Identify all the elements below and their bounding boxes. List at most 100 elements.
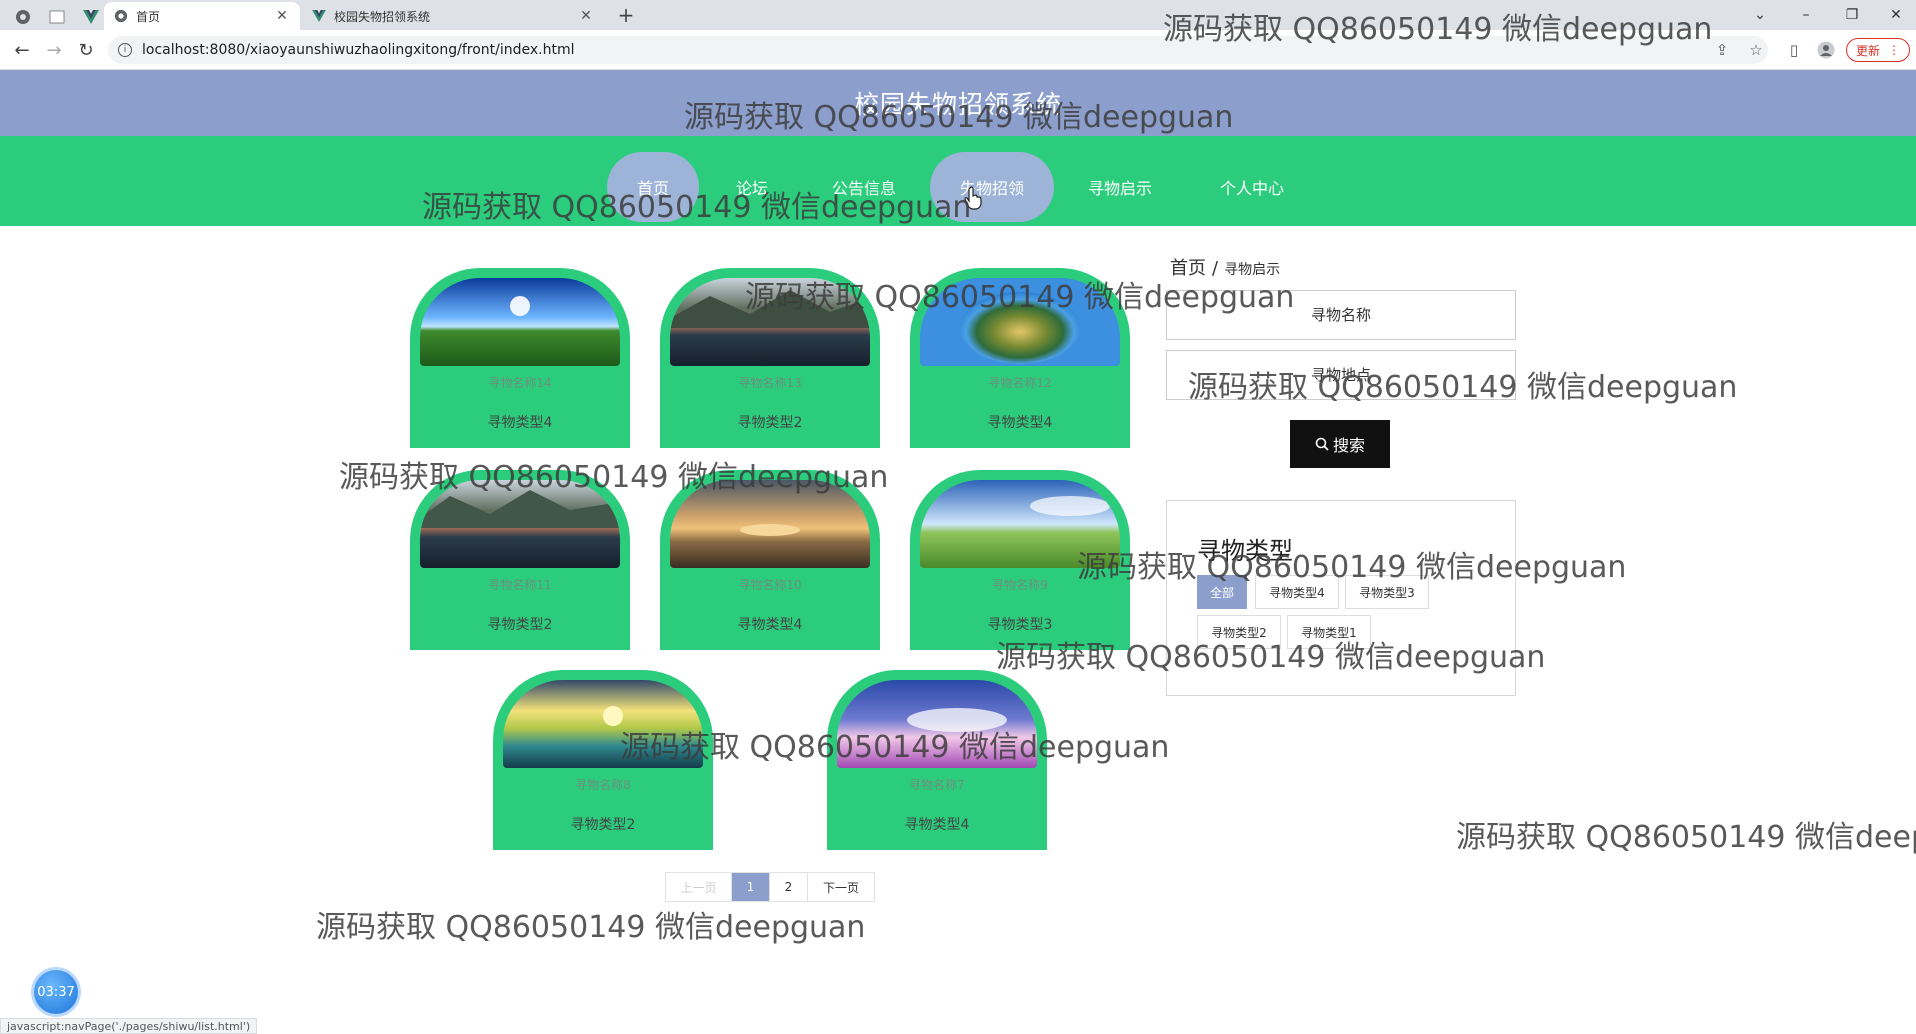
url-text: localhost:8080/xiaoyaunshiwuzhaolingxito… xyxy=(142,42,575,58)
browser-toolbar: ← → ↻ i localhost:8080/xiaoyaunshiwuzhao… xyxy=(0,30,1916,70)
item-card[interactable]: 寻物名称13 寻物类型2 xyxy=(660,268,880,448)
item-image xyxy=(670,278,870,366)
item-card[interactable]: 寻物名称14 寻物类型4 xyxy=(410,268,630,448)
item-place-search-input[interactable] xyxy=(1166,350,1516,400)
item-card[interactable]: 寻物名称10 寻物类型4 xyxy=(660,470,880,650)
site-header: 校园失物招领系统 xyxy=(0,70,1916,136)
new-tab-button[interactable]: + xyxy=(614,4,638,26)
pagination: 上一页 1 2 下一页 xyxy=(665,872,875,902)
item-type: 寻物类型4 xyxy=(737,617,803,633)
type-filter-title: 寻物类型 xyxy=(1197,537,1293,565)
item-image xyxy=(670,480,870,568)
close-tab-icon[interactable]: ✕ xyxy=(274,8,290,24)
forward-arrow-icon[interactable]: → xyxy=(42,38,66,62)
close-window-icon[interactable]: ✕ xyxy=(1876,0,1916,30)
more-menu-icon: ⋮ xyxy=(1888,43,1900,57)
update-label: 更新 xyxy=(1855,43,1880,58)
item-name: 寻物名称11 xyxy=(488,578,552,592)
item-card[interactable]: 寻物名称9 寻物类型3 xyxy=(910,470,1130,650)
item-name: 寻物名称14 xyxy=(488,376,552,390)
item-card[interactable]: 寻物名称12 寻物类型4 xyxy=(910,268,1130,448)
item-image xyxy=(503,680,703,768)
profile-avatar-icon[interactable] xyxy=(1816,40,1836,60)
nav-lost-notice[interactable]: 寻物启示 xyxy=(1080,152,1160,222)
item-type: 寻物类型4 xyxy=(987,415,1053,431)
item-card[interactable]: 寻物名称8 寻物类型2 xyxy=(493,670,713,850)
pinned-tab-blank[interactable] xyxy=(40,4,74,30)
item-type: 寻物类型4 xyxy=(904,817,970,833)
side-panel-icon[interactable]: ▯ xyxy=(1784,40,1804,60)
item-name: 寻物名称10 xyxy=(738,578,802,592)
page-icon xyxy=(49,10,65,24)
bookmark-star-icon[interactable]: ☆ xyxy=(1746,40,1766,60)
back-arrow-icon[interactable]: ← xyxy=(10,38,34,62)
item-card[interactable]: 寻物名称7 寻物类型4 xyxy=(827,670,1047,850)
hand-cursor-icon xyxy=(964,186,982,210)
item-type: 寻物类型4 xyxy=(487,415,553,431)
page-2-button[interactable]: 2 xyxy=(770,873,808,901)
recording-timer-badge[interactable]: 03:37 xyxy=(34,970,78,1014)
address-bar[interactable]: i localhost:8080/xiaoyaunshiwuzhaolingxi… xyxy=(108,36,1768,64)
item-type: 寻物类型2 xyxy=(487,617,553,633)
item-type: 寻物类型2 xyxy=(570,817,636,833)
breadcrumb: 首页 / 寻物启示 xyxy=(1170,254,1280,280)
page-1-button[interactable]: 1 xyxy=(732,873,770,901)
type-chip-1[interactable]: 寻物类型1 xyxy=(1287,615,1371,649)
tab-title: 校园失物招领系统 xyxy=(334,9,431,24)
globe-icon xyxy=(114,9,128,23)
type-chip-all[interactable]: 全部 xyxy=(1197,575,1247,609)
type-chip-3[interactable]: 寻物类型3 xyxy=(1345,575,1429,609)
vue-logo-icon xyxy=(83,10,99,24)
tab-title: 首页 xyxy=(136,9,161,24)
search-button[interactable]: 搜索 xyxy=(1290,420,1390,468)
next-page-button[interactable]: 下一页 xyxy=(808,873,874,901)
watermark: 源码获取 QQ86050149 微信deepguan xyxy=(1456,820,1916,855)
restore-icon[interactable]: ❐ xyxy=(1832,0,1872,30)
nav-notice[interactable]: 公告信息 xyxy=(818,152,910,222)
tab-search-icon[interactable]: ⌄ xyxy=(1740,0,1780,30)
minimize-icon[interactable]: – xyxy=(1786,0,1826,30)
vue-logo-icon xyxy=(312,10,326,22)
item-name: 寻物名称13 xyxy=(738,376,802,390)
search-icon xyxy=(1315,437,1329,451)
pinned-tab-chrome[interactable] xyxy=(6,4,40,30)
share-icon[interactable]: ⇪ xyxy=(1712,40,1732,60)
update-button[interactable]: 更新 ⋮ xyxy=(1846,38,1910,62)
type-chip-2[interactable]: 寻物类型2 xyxy=(1197,615,1281,649)
chrome-icon xyxy=(16,10,30,24)
item-image xyxy=(420,278,620,366)
breadcrumb-current: 寻物启示 xyxy=(1224,262,1281,278)
nav-home[interactable]: 首页 xyxy=(607,152,699,222)
reload-icon[interactable]: ↻ xyxy=(74,38,98,62)
prev-page-button[interactable]: 上一页 xyxy=(666,873,732,901)
item-image xyxy=(920,278,1120,366)
item-type: 寻物类型2 xyxy=(737,415,803,431)
tab-home[interactable]: 首页 ✕ xyxy=(104,2,300,30)
nav-forum[interactable]: 论坛 xyxy=(722,152,782,222)
item-name: 寻物名称7 xyxy=(909,778,965,792)
tab-lost-found-system[interactable]: 校园失物招领系统 ✕ xyxy=(302,2,604,30)
item-image xyxy=(920,480,1120,568)
item-type: 寻物类型3 xyxy=(987,617,1053,633)
type-chip-4[interactable]: 寻物类型4 xyxy=(1255,575,1339,609)
search-button-label: 搜索 xyxy=(1332,436,1365,455)
item-name-search-input[interactable] xyxy=(1166,290,1516,340)
item-image xyxy=(420,480,620,568)
nav-lost-and-found[interactable]: 失物招领 xyxy=(930,152,1054,222)
item-card[interactable]: 寻物名称11 寻物类型2 xyxy=(410,470,630,650)
breadcrumb-home[interactable]: 首页 xyxy=(1170,254,1206,280)
watermark: 源码获取 QQ86050149 微信deepguan xyxy=(316,910,866,945)
close-tab-icon[interactable]: ✕ xyxy=(578,8,594,24)
item-image xyxy=(837,680,1037,768)
breadcrumb-separator: / xyxy=(1212,258,1219,279)
pinned-tab-vue[interactable] xyxy=(74,4,108,30)
status-bar-url: javascript:navPage('./pages/shiwu/list.h… xyxy=(0,1018,258,1034)
main-nav: 首页 论坛 公告信息 失物招领 寻物启示 个人中心 xyxy=(0,136,1916,226)
item-name: 寻物名称8 xyxy=(575,778,631,792)
item-name: 寻物名称9 xyxy=(992,578,1048,592)
site-title: 校园失物招领系统 xyxy=(853,90,1062,119)
item-name: 寻物名称12 xyxy=(988,376,1052,390)
nav-user-center[interactable]: 个人中心 xyxy=(1212,152,1292,222)
site-info-icon[interactable]: i xyxy=(118,43,132,57)
type-filter-panel: 寻物类型 全部 寻物类型4 寻物类型3 寻物类型2 寻物类型1 xyxy=(1166,500,1516,696)
